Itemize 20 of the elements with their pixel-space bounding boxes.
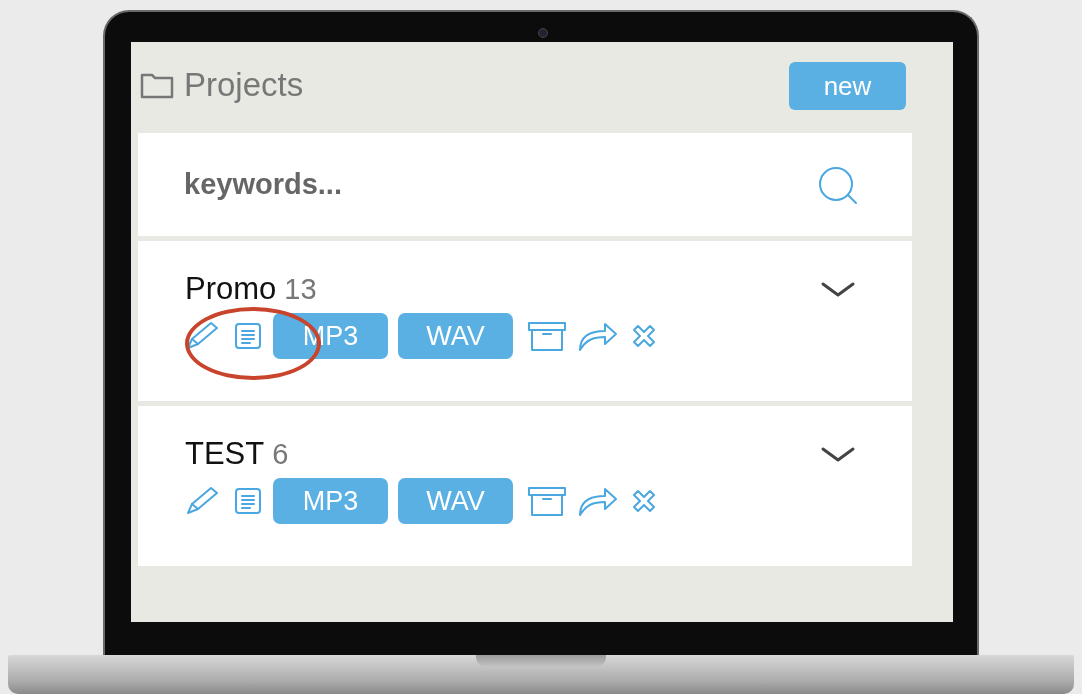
search-field[interactable]: keywords... <box>182 167 686 202</box>
project-name[interactable]: TEST <box>185 436 265 472</box>
project-count: 13 <box>284 273 317 306</box>
format-button[interactable]: WAV <box>398 313 513 359</box>
share-arrow-icon[interactable] <box>577 485 619 517</box>
share-arrow-icon[interactable] <box>577 320 619 352</box>
archive-box-icon[interactable] <box>527 484 567 518</box>
new-button[interactable]: new <box>789 62 906 110</box>
project-count: 6 <box>272 438 289 471</box>
format-button[interactable]: WAV <box>398 478 513 524</box>
archive-box-icon[interactable] <box>527 319 567 353</box>
format-button[interactable]: MP3 <box>273 478 388 524</box>
page-title: Projects <box>184 66 304 104</box>
folder-icon <box>140 71 174 99</box>
camera-dot <box>538 28 548 38</box>
document-icon[interactable] <box>233 487 263 515</box>
chevron-down-icon[interactable] <box>820 280 856 298</box>
document-icon[interactable] <box>233 322 263 350</box>
project-name[interactable]: Promo <box>185 271 277 307</box>
chevron-down-icon[interactable] <box>820 445 856 463</box>
